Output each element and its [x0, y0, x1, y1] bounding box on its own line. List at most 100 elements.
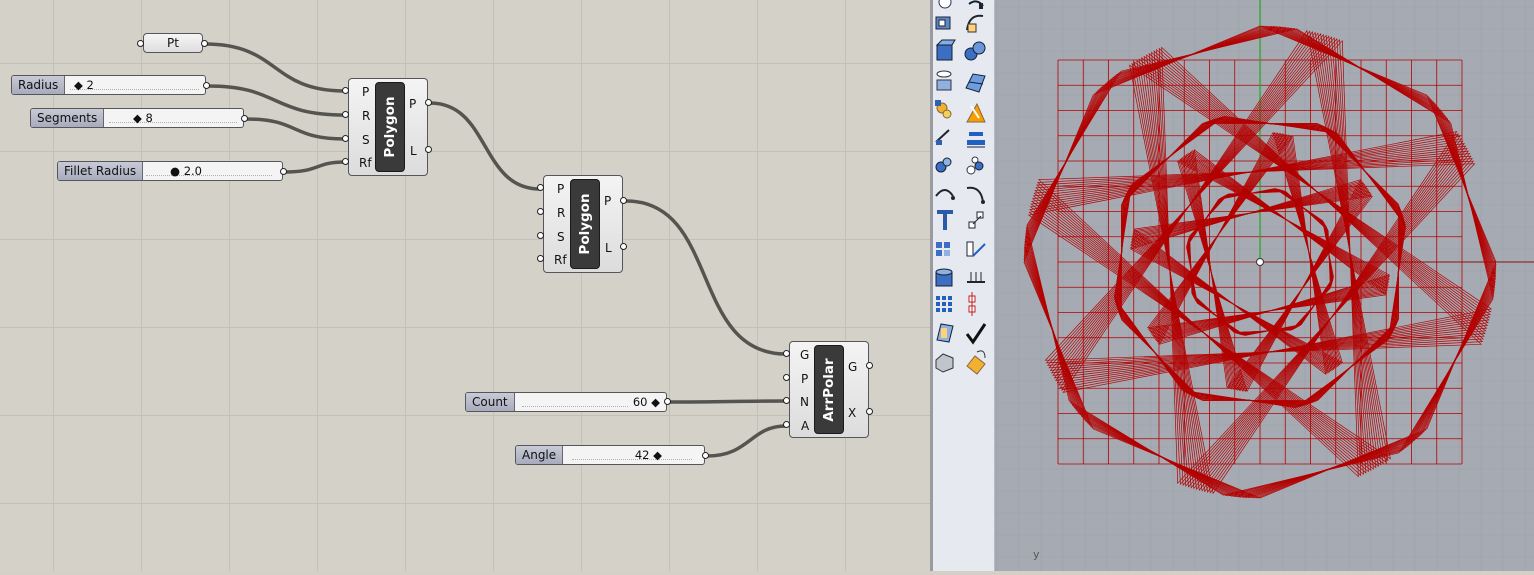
check-icon[interactable]	[965, 323, 987, 345]
fillet-radius-slider[interactable]: Fillet Radius ● 2.0	[57, 161, 283, 181]
polygon2-input-rf: Rf	[554, 253, 567, 267]
polygon1-title: Polygon	[382, 96, 398, 158]
spheres-group-icon[interactable]	[964, 41, 986, 61]
polygon1-input-r: R	[362, 109, 371, 123]
distribute-icon[interactable]	[966, 156, 984, 175]
polygon2-port-r-in[interactable]	[537, 208, 544, 215]
arrpolar-component[interactable]: G P N A ArrPolar G X	[789, 341, 869, 438]
polygon2-port-p-in[interactable]	[537, 184, 544, 191]
polygon1-input-p: P	[362, 85, 370, 99]
arrpolar-port-p-in[interactable]	[783, 374, 790, 381]
solid-icon[interactable]	[935, 268, 953, 287]
grasshopper-canvas[interactable]: Pt Radius ◆ 2 Segments ◆ 8 Fillet Radius…	[0, 0, 930, 571]
count-slider-rail[interactable]	[522, 398, 628, 407]
point-icon[interactable]	[938, 0, 952, 9]
cylinder-icon[interactable]	[936, 70, 952, 91]
polygon2-port-p-out[interactable]	[620, 197, 627, 204]
array-icon[interactable]	[936, 242, 950, 256]
polygon1-port-p-in[interactable]	[342, 87, 349, 94]
count-slider-value: 60 ◆	[632, 395, 660, 409]
transform-icon[interactable]	[935, 100, 952, 119]
segments-slider-rail[interactable]	[109, 114, 237, 123]
radius-slider[interactable]: Radius ◆ 2	[11, 75, 206, 95]
scale-icon[interactable]	[968, 211, 984, 229]
text-icon[interactable]	[937, 210, 953, 230]
count-slider[interactable]: Count 60 ◆	[465, 392, 667, 412]
spheres-icon[interactable]	[966, 14, 984, 33]
surface-icon[interactable]	[965, 73, 986, 93]
fillet-radius-slider-label: Fillet Radius	[58, 162, 144, 180]
trim-icon[interactable]	[966, 241, 986, 257]
arrpolar-port-g-out[interactable]	[866, 362, 873, 369]
wire-polygon1-to-polygon2	[429, 101, 541, 191]
polygon1-output-p: P	[409, 97, 417, 111]
group-icon[interactable]	[935, 157, 952, 173]
segments-slider-value: ◆ 8	[133, 111, 153, 125]
arc-icon[interactable]	[966, 186, 985, 204]
grid-icon[interactable]	[967, 272, 985, 283]
arrpolar-port-g-in[interactable]	[783, 350, 790, 357]
toolbar-icons	[935, 0, 987, 375]
polygon2-core[interactable]: Polygon	[570, 179, 600, 269]
wire-angle-to-arrpolar	[706, 424, 787, 458]
radius-slider-value: ◆ 2	[74, 78, 94, 92]
polygon-component-2[interactable]: P R S Rf Polygon P L	[543, 175, 623, 273]
rhino-toolbar	[933, 0, 995, 571]
arrpolar-core[interactable]: ArrPolar	[814, 345, 844, 434]
segments-output-port[interactable]	[241, 115, 248, 122]
angle-slider[interactable]: Angle 42 ◆	[515, 445, 705, 465]
polygon2-title: Polygon	[577, 193, 593, 255]
polygon2-port-l-out[interactable]	[620, 243, 627, 250]
polygon1-port-p-out[interactable]	[425, 99, 432, 106]
warning-shape-icon[interactable]	[966, 102, 986, 123]
polygon2-port-s-in[interactable]	[537, 232, 544, 239]
wire-pt-to-polygon-p	[204, 42, 346, 93]
paint-bucket-icon[interactable]	[966, 350, 986, 375]
arrpolar-port-a-in[interactable]	[783, 421, 790, 428]
wire-fillet-to-polygon-rf	[284, 160, 346, 174]
arrpolar-output-x: X	[848, 406, 857, 420]
count-output-port[interactable]	[664, 398, 671, 405]
polygon1-core[interactable]: Polygon	[375, 82, 405, 172]
polygon1-port-s-in[interactable]	[342, 135, 349, 142]
polygon2-input-s: S	[557, 230, 565, 244]
align-icon[interactable]	[967, 132, 985, 148]
viewport-geometry	[995, 0, 1534, 571]
box-icon[interactable]	[935, 16, 951, 30]
polygon1-port-r-in[interactable]	[342, 111, 349, 118]
dimension-icon[interactable]	[935, 129, 950, 145]
arrpolar-output-g: G	[848, 360, 858, 374]
fillet-radius-slider-value: ● 2.0	[170, 164, 202, 178]
pt-output-port[interactable]	[201, 40, 208, 47]
wire-count-to-arrpolar	[668, 399, 787, 404]
dots-grid-icon[interactable]	[936, 296, 952, 312]
rotate-icon[interactable]	[935, 189, 955, 200]
pt-parameter[interactable]: Pt	[143, 33, 203, 53]
origin-point[interactable]	[1256, 258, 1264, 266]
bevel-icon[interactable]	[936, 323, 954, 343]
polygon1-port-l-out[interactable]	[425, 146, 432, 153]
polygon2-output-l: L	[605, 241, 612, 255]
array-linear-icon[interactable]	[968, 292, 976, 316]
angle-slider-rail[interactable]	[572, 451, 692, 460]
axis-y-label: y	[1033, 548, 1040, 561]
fillet-radius-output-port[interactable]	[280, 168, 287, 175]
arrpolar-input-a: A	[801, 419, 810, 433]
arrpolar-port-x-out[interactable]	[866, 408, 873, 415]
curve-icon[interactable]	[968, 0, 984, 9]
polygon2-input-p: P	[557, 182, 565, 196]
polygon1-port-rf-in[interactable]	[342, 158, 349, 165]
arrpolar-input-n: N	[800, 395, 809, 409]
polygon-component-1[interactable]: P R S Rf Polygon P L	[348, 78, 428, 176]
arrpolar-port-n-in[interactable]	[783, 397, 790, 404]
pt-input-port[interactable]	[137, 40, 144, 47]
angle-output-port[interactable]	[702, 452, 709, 459]
arrpolar-title: ArrPolar	[821, 357, 837, 422]
fillet-radius-slider-rail[interactable]	[146, 167, 272, 176]
segments-slider[interactable]: Segments ◆ 8	[30, 108, 244, 128]
polygon2-port-rf-in[interactable]	[537, 255, 544, 262]
rhino-viewport[interactable]: y	[995, 0, 1534, 571]
block-icon[interactable]	[935, 353, 954, 373]
radius-output-port[interactable]	[203, 82, 210, 89]
box-solid-icon[interactable]	[935, 39, 956, 61]
